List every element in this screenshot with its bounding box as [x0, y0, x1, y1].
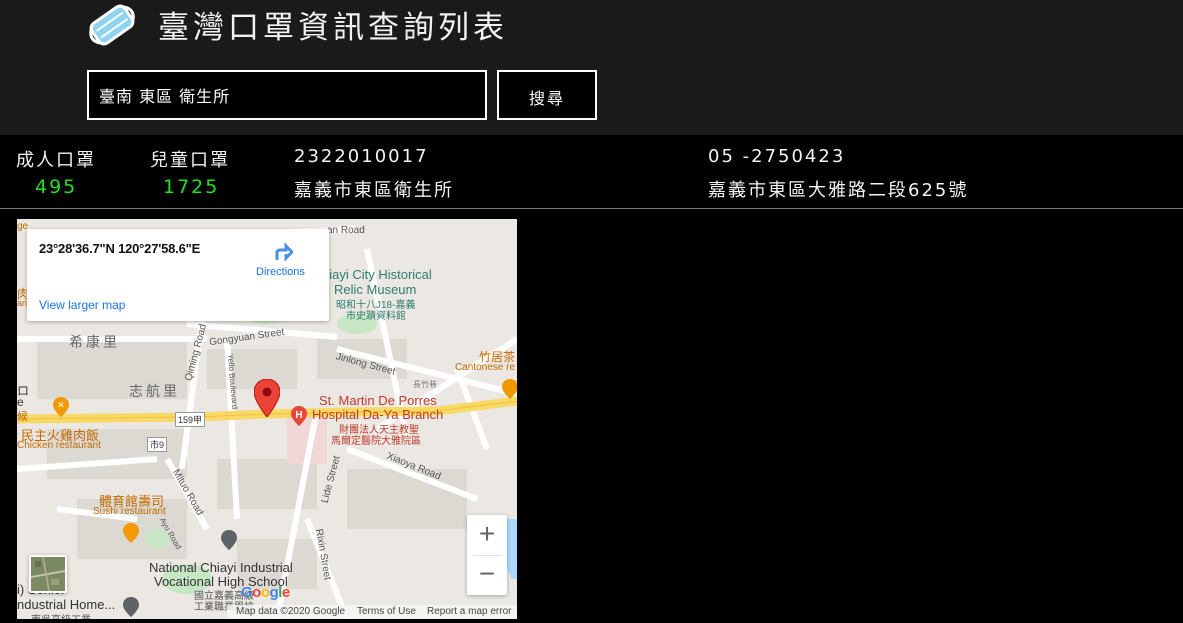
- google-map[interactable]: an Road hiayi City Historical Relic Muse…: [17, 219, 517, 619]
- map-label: National Chiayi Industrial: [149, 560, 293, 575]
- adult-mask-count: 495: [35, 176, 78, 198]
- map-label: 長竹巷: [413, 380, 437, 389]
- page-title: 臺灣口罩資訊查詢列表: [158, 10, 508, 46]
- svg-text:H: H: [295, 410, 302, 421]
- map-label: Sushi restaurant: [93, 506, 166, 517]
- pharmacy-name: 嘉義市東區衛生所: [294, 180, 454, 201]
- map-label: hiayi City Historical: [322, 267, 432, 282]
- map-attribution-bar: Map data ©2020 Google Terms of Use Repor…: [227, 605, 517, 619]
- pharmacy-code: 2322010017: [294, 146, 429, 167]
- map-data-attribution: Map data ©2020 Google: [236, 606, 346, 617]
- search-input[interactable]: [87, 70, 487, 120]
- satellite-toggle-button[interactable]: [29, 555, 67, 593]
- google-logo: Google: [241, 584, 290, 601]
- coordinates-text: 23°28'36.7"N 120°27'58.6"E: [39, 241, 201, 256]
- map-label: 希康里: [69, 334, 120, 350]
- map-label: ndustrial Home...: [17, 597, 116, 612]
- route-shield: 市9: [147, 437, 168, 452]
- report-map-error-link[interactable]: Report a map error: [427, 606, 511, 617]
- mask-icon: [89, 4, 135, 46]
- result-row: 成人口罩 495 兒童口罩 1725 2322010017 嘉義市東區衛生所 0…: [0, 135, 1183, 209]
- school-pin-icon[interactable]: [221, 530, 237, 550]
- view-larger-map-link[interactable]: View larger map: [39, 298, 125, 312]
- child-mask-label: 兒童口罩: [150, 150, 230, 171]
- map-label: Hospital Da-Ya Branch: [312, 407, 444, 422]
- route-shield: 159甲: [175, 412, 206, 427]
- restaurant-pin-icon[interactable]: [502, 379, 517, 399]
- terms-of-use-link[interactable]: Terms of Use: [357, 606, 416, 617]
- directions-link[interactable]: Directions: [256, 266, 305, 278]
- location-pin-icon[interactable]: [254, 379, 280, 417]
- map-label: 馬爾定醫院大雅院區: [331, 436, 421, 447]
- restaurant-pin-icon[interactable]: [123, 523, 139, 543]
- pharmacy-address: 嘉義市東區大雅路二段625號: [708, 180, 969, 201]
- map-label: Cantonese re: [455, 362, 516, 373]
- map-label: St. Martin De Porres: [319, 393, 437, 408]
- zoom-in-button[interactable]: +: [467, 515, 507, 555]
- map-label: e: [17, 395, 24, 409]
- directions-icon[interactable]: [273, 242, 293, 262]
- hospital-pin-icon[interactable]: H: [291, 406, 307, 426]
- zoom-out-button[interactable]: −: [467, 555, 507, 595]
- map-label: 志航里: [129, 383, 180, 399]
- satellite-thumbnail-icon: [31, 557, 65, 591]
- pharmacy-phone: 05 -2750423: [708, 146, 846, 167]
- zoom-controls: + −: [467, 515, 507, 595]
- map-label: Relic Museum: [334, 282, 417, 297]
- map-label: 東吳高級工業: [31, 611, 91, 619]
- adult-mask-label: 成人口罩: [16, 150, 96, 171]
- map-info-card: 23°28'36.7"N 120°27'58.6"E View larger m…: [27, 229, 329, 321]
- search-button[interactable]: 搜尋: [497, 70, 597, 120]
- map-label: 市史蹟資料館: [346, 311, 406, 322]
- restaurant-pin-icon[interactable]: ✕: [53, 397, 69, 417]
- school-pin-icon[interactable]: [123, 597, 139, 617]
- svg-text:✕: ✕: [57, 400, 65, 410]
- divider: [473, 555, 501, 556]
- map-label: Chicken restaurant: [17, 440, 101, 451]
- map-label: 候: [17, 411, 28, 423]
- map-label: an Road: [327, 225, 365, 236]
- child-mask-count: 1725: [163, 176, 220, 198]
- header: 臺灣口罩資訊查詢列表 搜尋: [0, 0, 1183, 135]
